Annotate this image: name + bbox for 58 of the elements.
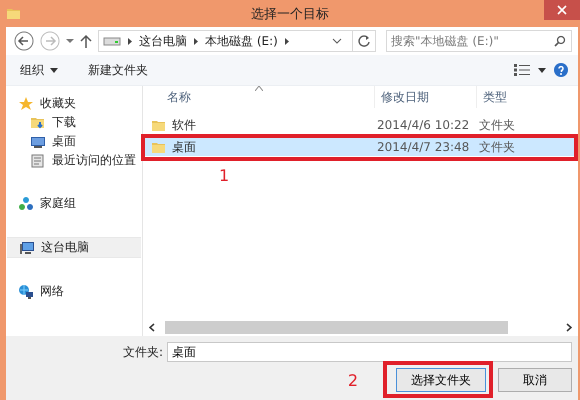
scroll-left-icon[interactable]	[149, 323, 155, 332]
file-row[interactable]: 软件 2014/4/6 10:22 文件夹	[145, 116, 574, 134]
close-icon	[557, 5, 567, 15]
address-bar[interactable]: 这台电脑 本地磁盘 (E:)	[98, 30, 376, 52]
column-header[interactable]: 名称	[143, 86, 375, 108]
folder-icon	[151, 118, 166, 132]
back-icon[interactable]	[14, 31, 34, 51]
annotation-number: 1	[219, 166, 230, 185]
file-type: 文件夹	[478, 138, 516, 156]
file-name: 软件	[172, 116, 196, 134]
help-icon[interactable]	[554, 63, 568, 77]
close-button[interactable]	[544, 0, 580, 20]
sidebar-item[interactable]: 家庭组	[6, 194, 142, 213]
refresh-icon[interactable]	[358, 35, 370, 47]
breadcrumb-item[interactable]: 这台电脑	[139, 32, 187, 50]
file-date: 2014/4/6 10:22	[376, 118, 470, 132]
file-type: 文件夹	[478, 116, 516, 134]
scrollbar-thumb[interactable]	[165, 321, 508, 334]
sidebar-item[interactable]: 下载	[6, 113, 142, 132]
file-name: 桌面	[172, 138, 196, 156]
caret-icon	[50, 68, 58, 72]
search-field[interactable]: 搜索"本地磁盘 (E:)"	[386, 30, 572, 52]
column-header[interactable]: 类型	[477, 86, 578, 108]
dialog-button[interactable]: 选择文件夹	[396, 368, 486, 392]
file-date: 2014/4/7 23:48	[376, 140, 470, 154]
dropdown-icon[interactable]	[66, 38, 74, 44]
chevron-icon	[193, 36, 199, 46]
annotation-number: 2	[348, 370, 358, 390]
drive-icon	[103, 36, 121, 46]
star-icon	[18, 96, 34, 112]
caret-icon[interactable]	[538, 68, 546, 72]
chevron-icon	[284, 36, 290, 46]
dialog-button[interactable]: 取消	[498, 368, 572, 392]
column-header[interactable]: 修改日期	[375, 86, 477, 108]
scroll-right-icon[interactable]	[566, 323, 572, 332]
homegroup-icon	[18, 196, 34, 212]
sidebar-item[interactable]: 最近访问的位置	[6, 151, 142, 170]
computer-icon	[19, 240, 35, 256]
network-icon	[18, 284, 34, 300]
breadcrumb-item[interactable]: 本地磁盘 (E:)	[205, 32, 278, 50]
view-options-icon[interactable]	[514, 64, 530, 76]
sidebar-item[interactable]: 这台电脑	[7, 237, 141, 258]
field-label: 文件夹:	[122, 344, 163, 360]
sidebar-item[interactable]: 桌面	[6, 132, 142, 151]
toolbar-button[interactable]: 新建文件夹	[82, 60, 154, 80]
chevron-icon	[127, 36, 133, 46]
dropdown-icon[interactable]	[332, 38, 342, 44]
search-icon	[554, 35, 566, 47]
toolbar-button[interactable]: 组织	[14, 60, 64, 80]
folder-input[interactable]: 桌面	[167, 342, 572, 362]
window-title: 选择一个目标	[251, 6, 329, 22]
sort-caret-icon	[254, 86, 262, 91]
folder-icon	[151, 140, 166, 154]
sidebar-item[interactable]: 收藏夹	[6, 94, 142, 113]
recent-places-icon	[30, 152, 46, 168]
file-row[interactable]: 桌面 2014/4/7 23:48 文件夹	[145, 138, 574, 156]
up-arrow-icon[interactable]	[80, 34, 92, 48]
sidebar-item[interactable]: 网络	[6, 282, 142, 301]
